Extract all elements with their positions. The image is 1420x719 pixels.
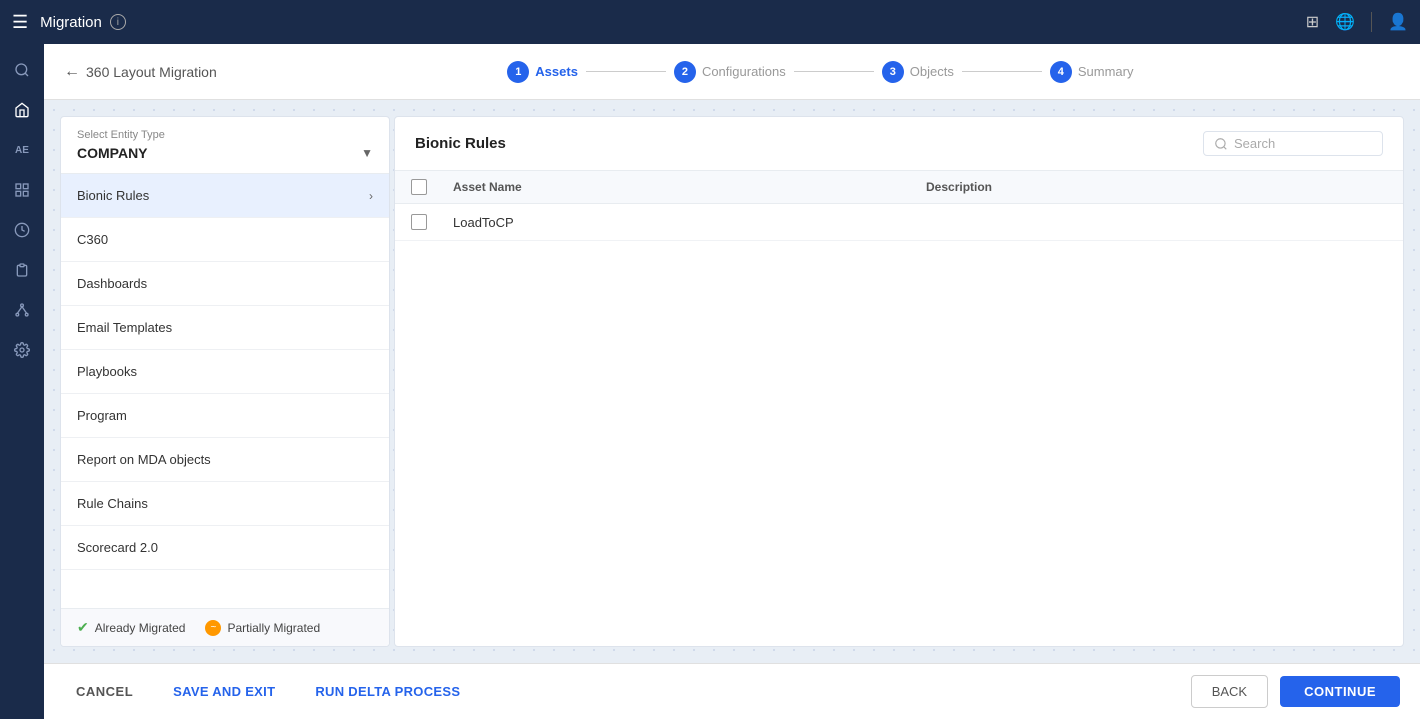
step-num-2: 2: [674, 61, 696, 83]
menu-item-c360[interactable]: C360: [61, 218, 389, 262]
partially-migrated-label: Partially Migrated: [227, 621, 320, 635]
divider: [1371, 12, 1372, 32]
page-content: Select Entity Type COMPANY ▼ Bionic Rule…: [44, 100, 1420, 663]
entity-selector: Select Entity Type COMPANY ▼: [61, 117, 389, 174]
menu-item-email-templates[interactable]: Email Templates: [61, 306, 389, 350]
sidebar-item-gear[interactable]: [4, 332, 40, 368]
step-assets: 1 Assets: [507, 61, 578, 83]
header-checkbox-col: [411, 179, 441, 195]
step-label-1: Assets: [535, 64, 578, 79]
footer: CANCEL SAVE AND EXIT RUN DELTA PROCESS B…: [44, 663, 1420, 719]
step-line-2: [794, 71, 874, 72]
sidebar: AE: [0, 44, 44, 719]
right-panel-header: Bionic Rules Search: [395, 117, 1403, 171]
step-bar: ← 360 Layout Migration 1 Assets 2 Config…: [44, 44, 1420, 100]
title-text: Migration: [40, 14, 102, 31]
right-panel-title: Bionic Rules: [415, 135, 506, 152]
step-objects: 3 Objects: [882, 61, 954, 83]
menu-item-bionic-rules[interactable]: Bionic Rules ›: [61, 174, 389, 218]
footer-left: CANCEL SAVE AND EXIT RUN DELTA PROCESS: [64, 676, 472, 707]
right-panel: Bionic Rules Search Asset Name Descripti…: [394, 116, 1404, 647]
partial-icon: ~: [205, 620, 221, 636]
step-num-4: 4: [1050, 61, 1072, 83]
menu-item-scorecard[interactable]: Scorecard 2.0: [61, 526, 389, 570]
entity-dropdown[interactable]: COMPANY ▼: [77, 145, 373, 161]
main-layout: AE ← 360 Layout Migration 1 A: [0, 44, 1420, 719]
sidebar-item-list[interactable]: [4, 172, 40, 208]
step-line-3: [962, 71, 1042, 72]
back-button[interactable]: ← 360 Layout Migration: [64, 63, 217, 81]
col-header-asset-name: Asset Name: [453, 180, 914, 194]
save-and-exit-button[interactable]: SAVE AND EXIT: [161, 676, 287, 707]
legend-partially-migrated: ~ Partially Migrated: [205, 620, 320, 636]
layout-icon[interactable]: ⊞: [1306, 12, 1319, 32]
table-header: Asset Name Description: [395, 171, 1403, 204]
sidebar-item-clipboard[interactable]: [4, 252, 40, 288]
app-title: Migration i: [40, 14, 126, 31]
menu-item-dashboards[interactable]: Dashboards: [61, 262, 389, 306]
entity-value: COMPANY: [77, 145, 148, 161]
step-label-3: Objects: [910, 64, 954, 79]
step-flow: 1 Assets 2 Configurations 3 Objects 4 Su…: [241, 61, 1400, 83]
table-body: LoadToCP: [395, 204, 1403, 646]
entity-type-label: Select Entity Type: [77, 129, 373, 141]
top-bar: ☰ Migration i ⊞ 🌐 👤: [0, 0, 1420, 44]
step-label-4: Summary: [1078, 64, 1134, 79]
sidebar-item-search[interactable]: [4, 52, 40, 88]
search-box[interactable]: Search: [1203, 131, 1383, 156]
already-migrated-label: Already Migrated: [95, 621, 186, 635]
continue-button[interactable]: CONTINUE: [1280, 676, 1400, 707]
row-checkbox[interactable]: [411, 214, 427, 230]
select-all-checkbox[interactable]: [411, 179, 427, 195]
legend-already-migrated: ✔ Already Migrated: [77, 619, 185, 636]
menu-list: Bionic Rules › C360 Dashboards Email Tem…: [61, 174, 389, 608]
col-header-description: Description: [926, 180, 1387, 194]
sidebar-item-nodes[interactable]: [4, 292, 40, 328]
step-configurations: 2 Configurations: [674, 61, 786, 83]
sidebar-item-ae[interactable]: AE: [4, 132, 40, 168]
menu-item-report-mda[interactable]: Report on MDA objects: [61, 438, 389, 482]
row-asset-name: LoadToCP: [453, 215, 914, 230]
step-label-2: Configurations: [702, 64, 786, 79]
menu-item-program[interactable]: Program: [61, 394, 389, 438]
page-content-wrapper: Select Entity Type COMPANY ▼ Bionic Rule…: [44, 100, 1420, 663]
left-panel: Select Entity Type COMPANY ▼ Bionic Rule…: [60, 116, 390, 647]
menu-item-playbooks[interactable]: Playbooks: [61, 350, 389, 394]
search-placeholder: Search: [1234, 136, 1275, 151]
user-icon[interactable]: 👤: [1388, 12, 1408, 32]
entity-dropdown-chevron-icon: ▼: [361, 146, 373, 160]
table-row: LoadToCP: [395, 204, 1403, 241]
sidebar-item-home[interactable]: [4, 92, 40, 128]
run-delta-button[interactable]: RUN DELTA PROCESS: [303, 676, 472, 707]
check-icon: ✔: [77, 619, 89, 636]
footer-right: BACK CONTINUE: [1191, 675, 1400, 708]
menu-chevron-icon: ›: [369, 189, 373, 203]
search-icon: [1214, 137, 1228, 151]
globe-icon[interactable]: 🌐: [1335, 12, 1355, 32]
content-area: ← 360 Layout Migration 1 Assets 2 Config…: [44, 44, 1420, 719]
legend-bar: ✔ Already Migrated ~ Partially Migrated: [61, 608, 389, 646]
step-num-1: 1: [507, 61, 529, 83]
step-summary: 4 Summary: [1050, 61, 1134, 83]
back-button-footer[interactable]: BACK: [1191, 675, 1268, 708]
menu-icon[interactable]: ☰: [12, 12, 28, 33]
menu-item-rule-chains[interactable]: Rule Chains: [61, 482, 389, 526]
top-bar-right: ⊞ 🌐 👤: [1306, 12, 1408, 32]
cancel-button[interactable]: CANCEL: [64, 676, 145, 707]
step-num-3: 3: [882, 61, 904, 83]
step-line-1: [586, 71, 666, 72]
breadcrumb-label: 360 Layout Migration: [86, 64, 217, 80]
sidebar-item-clock[interactable]: [4, 212, 40, 248]
back-arrow-icon: ←: [64, 63, 80, 81]
info-icon[interactable]: i: [110, 14, 126, 30]
